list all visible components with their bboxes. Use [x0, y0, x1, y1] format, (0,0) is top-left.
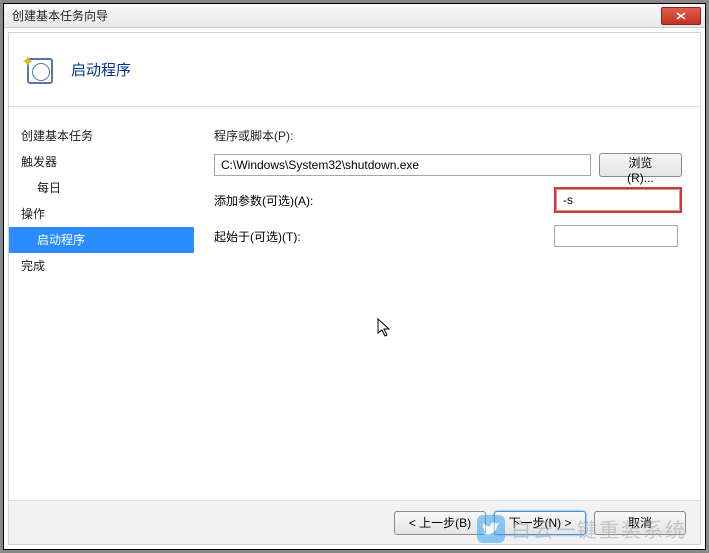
next-button[interactable]: 下一步(N) >	[494, 511, 586, 535]
step-finish[interactable]: 完成	[9, 253, 194, 279]
window-title: 创建基本任务向导	[12, 7, 108, 24]
wizard-body: ✦ 启动程序 创建基本任务 触发器 每日 操作 启动程序 完成 程序或脚本(P)…	[8, 32, 701, 545]
step-trigger[interactable]: 触发器	[9, 149, 194, 175]
browse-button[interactable]: 浏览(R)...	[599, 153, 682, 177]
startin-label: 起始于(可选)(T):	[214, 228, 554, 245]
arguments-label: 添加参数(可选)(A):	[214, 192, 554, 209]
wizard-window: 创建基本任务向导 ✦ 启动程序 创建基本任务 触发器 每日 操作 启动程序 完成	[3, 3, 706, 550]
arguments-input[interactable]	[556, 189, 680, 211]
content-area: 创建基本任务 触发器 每日 操作 启动程序 完成 程序或脚本(P): 浏览(R)…	[9, 107, 700, 500]
wizard-steps-sidebar: 创建基本任务 触发器 每日 操作 启动程序 完成	[9, 107, 194, 500]
step-create-basic-task[interactable]: 创建基本任务	[9, 123, 194, 149]
close-button[interactable]	[661, 7, 701, 25]
program-input[interactable]	[214, 154, 591, 176]
step-action[interactable]: 操作	[9, 201, 194, 227]
arguments-highlight	[554, 187, 682, 213]
cancel-button[interactable]: 取消	[594, 511, 686, 535]
close-icon	[676, 12, 686, 20]
page-title: 启动程序	[71, 59, 131, 80]
step-daily[interactable]: 每日	[9, 175, 194, 201]
step-start-program[interactable]: 启动程序	[9, 227, 194, 253]
form-panel: 程序或脚本(P): 浏览(R)... 添加参数(可选)(A): 起始于(可选)(…	[194, 107, 700, 500]
wizard-icon: ✦	[23, 54, 55, 86]
titlebar: 创建基本任务向导	[4, 4, 705, 28]
startin-input[interactable]	[554, 225, 678, 247]
program-label: 程序或脚本(P):	[214, 127, 293, 144]
wizard-footer: < 上一步(B) 下一步(N) > 取消	[9, 500, 700, 544]
back-button[interactable]: < 上一步(B)	[394, 511, 486, 535]
wizard-header: ✦ 启动程序	[9, 33, 700, 107]
